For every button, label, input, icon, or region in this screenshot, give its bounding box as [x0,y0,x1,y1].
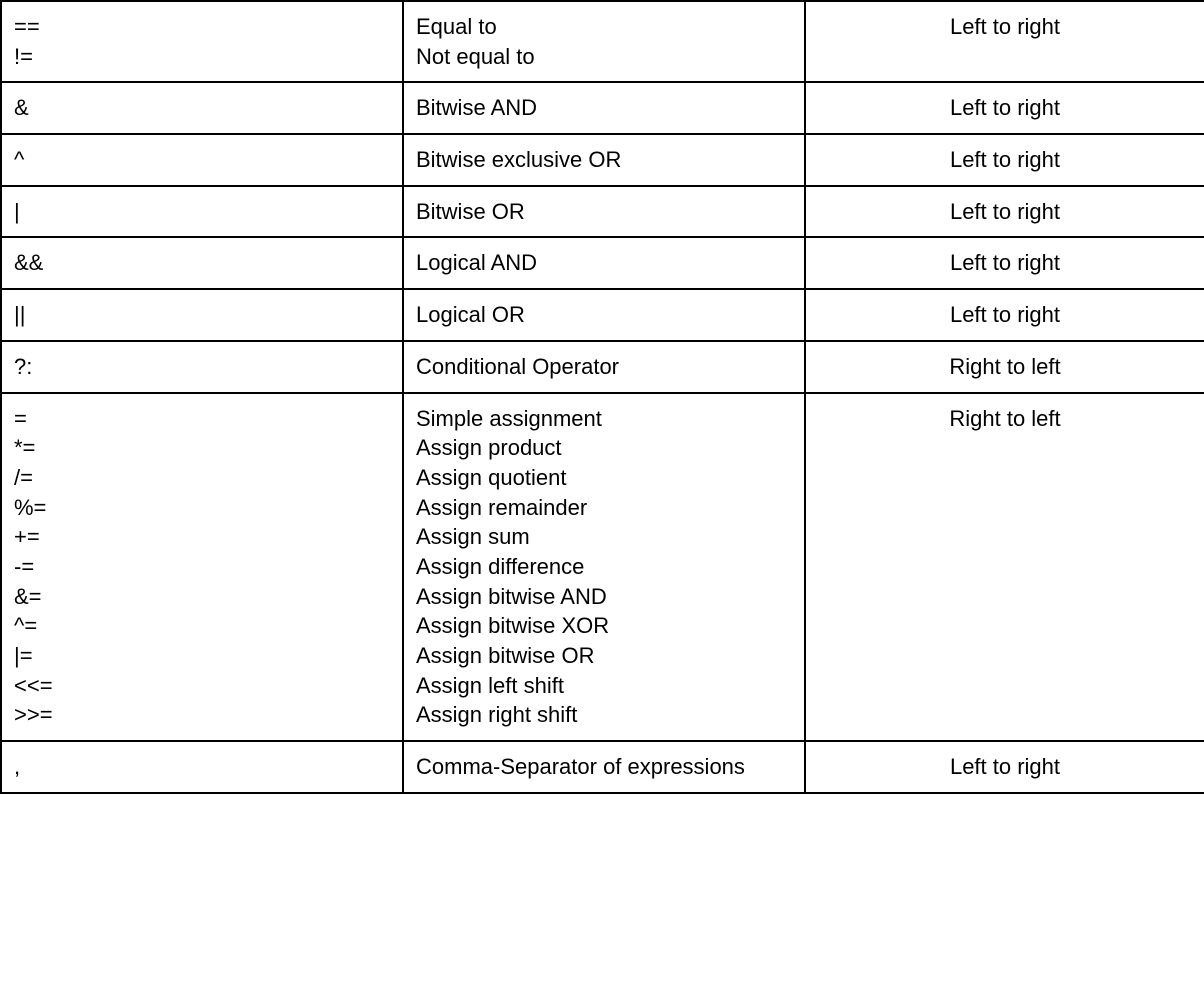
table-row: | Bitwise OR Left to right [1,186,1204,238]
associativity-cell: Left to right [805,289,1204,341]
associativity-cell: Left to right [805,237,1204,289]
operator-cell: == != [1,1,403,82]
description-cell: Simple assignment Assign product Assign … [403,393,805,742]
table-body: == != Equal to Not equal to Left to righ… [1,1,1204,793]
operator-cell: = *= /= %= += -= &= ^= |= <<= >>= [1,393,403,742]
associativity-cell: Left to right [805,741,1204,793]
table-row: & Bitwise AND Left to right [1,82,1204,134]
operator-table: == != Equal to Not equal to Left to righ… [0,0,1204,794]
description-cell: Conditional Operator [403,341,805,393]
description-cell: Comma-Separator of expressions [403,741,805,793]
operator-cell: , [1,741,403,793]
operator-cell: || [1,289,403,341]
description-cell: Equal to Not equal to [403,1,805,82]
associativity-cell: Left to right [805,1,1204,82]
associativity-cell: Left to right [805,186,1204,238]
associativity-cell: Left to right [805,82,1204,134]
operator-cell: ^ [1,134,403,186]
description-cell: Bitwise AND [403,82,805,134]
associativity-cell: Right to left [805,393,1204,742]
table-row: ^ Bitwise exclusive OR Left to right [1,134,1204,186]
operator-cell: && [1,237,403,289]
description-cell: Logical OR [403,289,805,341]
description-cell: Logical AND [403,237,805,289]
table-row: && Logical AND Left to right [1,237,1204,289]
operator-cell: | [1,186,403,238]
operator-cell: ?: [1,341,403,393]
associativity-cell: Right to left [805,341,1204,393]
table-row: = *= /= %= += -= &= ^= |= <<= >>= Simple… [1,393,1204,742]
table-row: , Comma-Separator of expressions Left to… [1,741,1204,793]
operator-cell: & [1,82,403,134]
table-row: || Logical OR Left to right [1,289,1204,341]
table-row: ?: Conditional Operator Right to left [1,341,1204,393]
description-cell: Bitwise OR [403,186,805,238]
table-row: == != Equal to Not equal to Left to righ… [1,1,1204,82]
associativity-cell: Left to right [805,134,1204,186]
description-cell: Bitwise exclusive OR [403,134,805,186]
